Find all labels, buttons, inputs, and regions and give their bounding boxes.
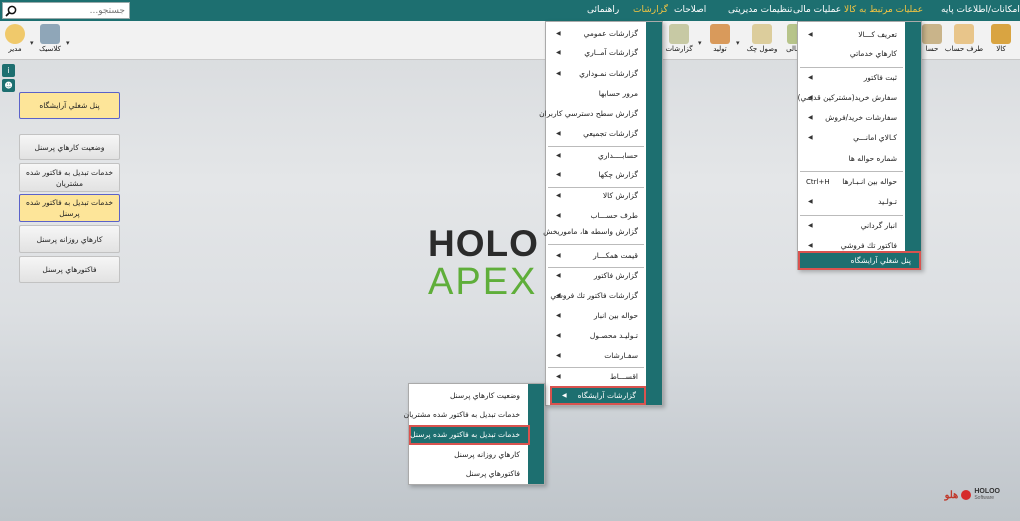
menu-item[interactable]: گزارشات عمومي ◀ [546, 24, 646, 44]
staff-invoices-button[interactable]: فاکتورهاي پرسنل [19, 256, 120, 283]
menu-management-settings[interactable]: تنظیمات مدیریتی [728, 0, 792, 21]
chevron-down-icon[interactable]: ▾ [30, 39, 34, 47]
search-icon[interactable] [3, 3, 19, 18]
search-box[interactable] [2, 2, 130, 19]
menu-item[interactable]: کـالاي امانـــي ◀ [798, 128, 905, 148]
classic-icon [40, 24, 60, 44]
menu-item-operations[interactable]: عملیات مرتبط به کالا [844, 0, 923, 21]
box-icon [991, 24, 1011, 44]
staff-invoiced-services-button[interactable]: خدمات تبديل به فاکتور شده پرسنل [19, 194, 120, 222]
toolbar-reports-button[interactable]: گزارشات [664, 23, 694, 58]
menu-item[interactable]: گزارش فاکتور ◀ [546, 266, 646, 286]
brand-logo: هلو HOLOO Software [944, 488, 1000, 501]
manager-icon [5, 24, 25, 44]
info-icon[interactable]: i [2, 64, 15, 77]
salon-reports-submenu: وضعيت کارهاي پرسنل خدمات تبديل به فاکتور… [404, 383, 545, 485]
toolbar-account-button[interactable]: حسا [922, 23, 942, 58]
toolbar-classic-button[interactable]: کلاسیک [36, 23, 64, 58]
menu-item[interactable]: وضعيت کارهاي پرسنل [409, 386, 528, 406]
salon-panel-button[interactable]: پنل شغلي آرايشگاه [19, 92, 120, 119]
menu-item[interactable]: گزارشات فاکتور تك فروشي ◀ [546, 286, 646, 306]
factory-icon [710, 24, 730, 44]
menu-item[interactable]: شماره حواله ها [798, 149, 905, 169]
menu-item[interactable]: قيمت همکـــار ◀ [546, 246, 646, 266]
staff-daily-work-button[interactable]: کارهاي روزانه پرسنل [19, 225, 120, 253]
menu-item[interactable]: گزارشات تجميعي ◀ [546, 124, 646, 144]
menu-reports[interactable]: گزارشات [633, 0, 668, 21]
goods-operations-menu: تعريف کـــالا ◀ کارهاي خدماتي ثبت فاکتور ◀… [797, 21, 922, 270]
menu-item[interactable]: مرور حسابها [546, 84, 646, 104]
menu-item-salon-reports[interactable]: گزارشات آرايشگاه ◀ [550, 386, 646, 405]
toolbar-production-button[interactable]: تولید [706, 23, 734, 58]
toolbar-check-collect-button[interactable]: وصول چک [742, 23, 782, 58]
menu-item[interactable]: تعريف کـــالا ◀ [798, 25, 905, 45]
menu-help[interactable]: راهنمائی [587, 0, 619, 21]
menu-item-salon-panel[interactable]: پنل شغلي آرايشگاه [798, 251, 921, 270]
menu-item[interactable]: کارهاي روزانه پرسنل [409, 445, 528, 465]
menu-basic-info[interactable]: امکانات/اطلاعات پایه [941, 0, 1020, 21]
menu-item[interactable]: گزارش سطح دسترسي کاربران [539, 104, 646, 124]
toolbar-goods-button[interactable]: کالا [986, 23, 1016, 58]
menu-item[interactable]: گزارش واسطه ها، ماموريخش [543, 222, 646, 242]
menu-item[interactable]: خدمات تبديل به فاکتور شده مشتريان [404, 405, 528, 425]
menu-corrections[interactable]: اصلاحات [674, 0, 706, 21]
check-icon [752, 24, 772, 44]
menu-item[interactable]: حواله بين انـبـارها Ctrl+H [798, 172, 905, 192]
menu-item[interactable]: سفارشات خريد/فروش ◀ [798, 108, 905, 128]
customer-invoiced-services-button[interactable]: خدمات تبديل به فاکتور شده مشتريان [19, 163, 120, 192]
menu-item[interactable]: گزارشات نمـوداري ◀ [546, 64, 646, 84]
menu-item[interactable]: ثبت فاکتور ◀ [798, 68, 905, 88]
report-icon [669, 24, 689, 44]
chevron-down-icon[interactable]: ▾ [698, 39, 702, 47]
menu-item[interactable]: کارهاي خدماتي [798, 44, 905, 64]
menu-item[interactable]: فاکتورهاي پرسنل [409, 464, 528, 484]
menubar: امکانات/اطلاعات پایه عملیات مرتبط به کال… [0, 0, 1020, 21]
person-icon [954, 24, 974, 44]
menu-item[interactable]: انبار گرداني ◀ [798, 216, 905, 236]
menu-item[interactable]: گزارش چکها ◀ [546, 165, 646, 185]
menu-item[interactable]: گزارشات آمــاري ◀ [546, 43, 646, 63]
menu-item[interactable]: سفارش خريد(مشترکين قديمي) ◀ [798, 88, 905, 108]
reports-menu: گزارشات عمومي ◀ گزارشات آمــاري ◀ گزارشات … [539, 21, 663, 406]
chevron-down-icon[interactable]: ▾ [736, 39, 740, 47]
toolbar-manager-button[interactable]: مدیر [3, 23, 27, 58]
menu-item[interactable]: تـوليـد محصـول ◀ [546, 326, 646, 346]
logo-apex: APEX [428, 261, 538, 303]
menu-item[interactable]: حسابــــداري ◀ [546, 146, 646, 166]
menu-item[interactable]: گزارش کالا ◀ [546, 186, 646, 206]
ledger-icon [922, 24, 942, 44]
staff-work-status-button[interactable]: وضعيت کارهاي پرسنل [19, 134, 120, 160]
toolbar-account-party-button[interactable]: طرف حساب [944, 23, 984, 58]
brand-icon [961, 490, 972, 500]
chevron-down-icon[interactable]: ▾ [66, 39, 70, 47]
menu-item[interactable]: سفـارشات ◀ [546, 346, 646, 366]
user-icon[interactable]: ☻ [2, 79, 15, 92]
search-input[interactable] [19, 3, 127, 18]
menu-item[interactable]: تـولـيد ◀ [798, 192, 905, 212]
menu-item[interactable]: حواله بين انبار ◀ [546, 306, 646, 326]
logo-holo: HOLO [428, 223, 539, 264]
menu-financial[interactable]: عملیات مالی [793, 0, 841, 21]
menu-item[interactable]: اقســـاط ◀ [546, 367, 646, 387]
menu-item-staff-invoiced-services[interactable]: خدمات تبديل به فاکتور شده پرسنل [409, 425, 530, 445]
